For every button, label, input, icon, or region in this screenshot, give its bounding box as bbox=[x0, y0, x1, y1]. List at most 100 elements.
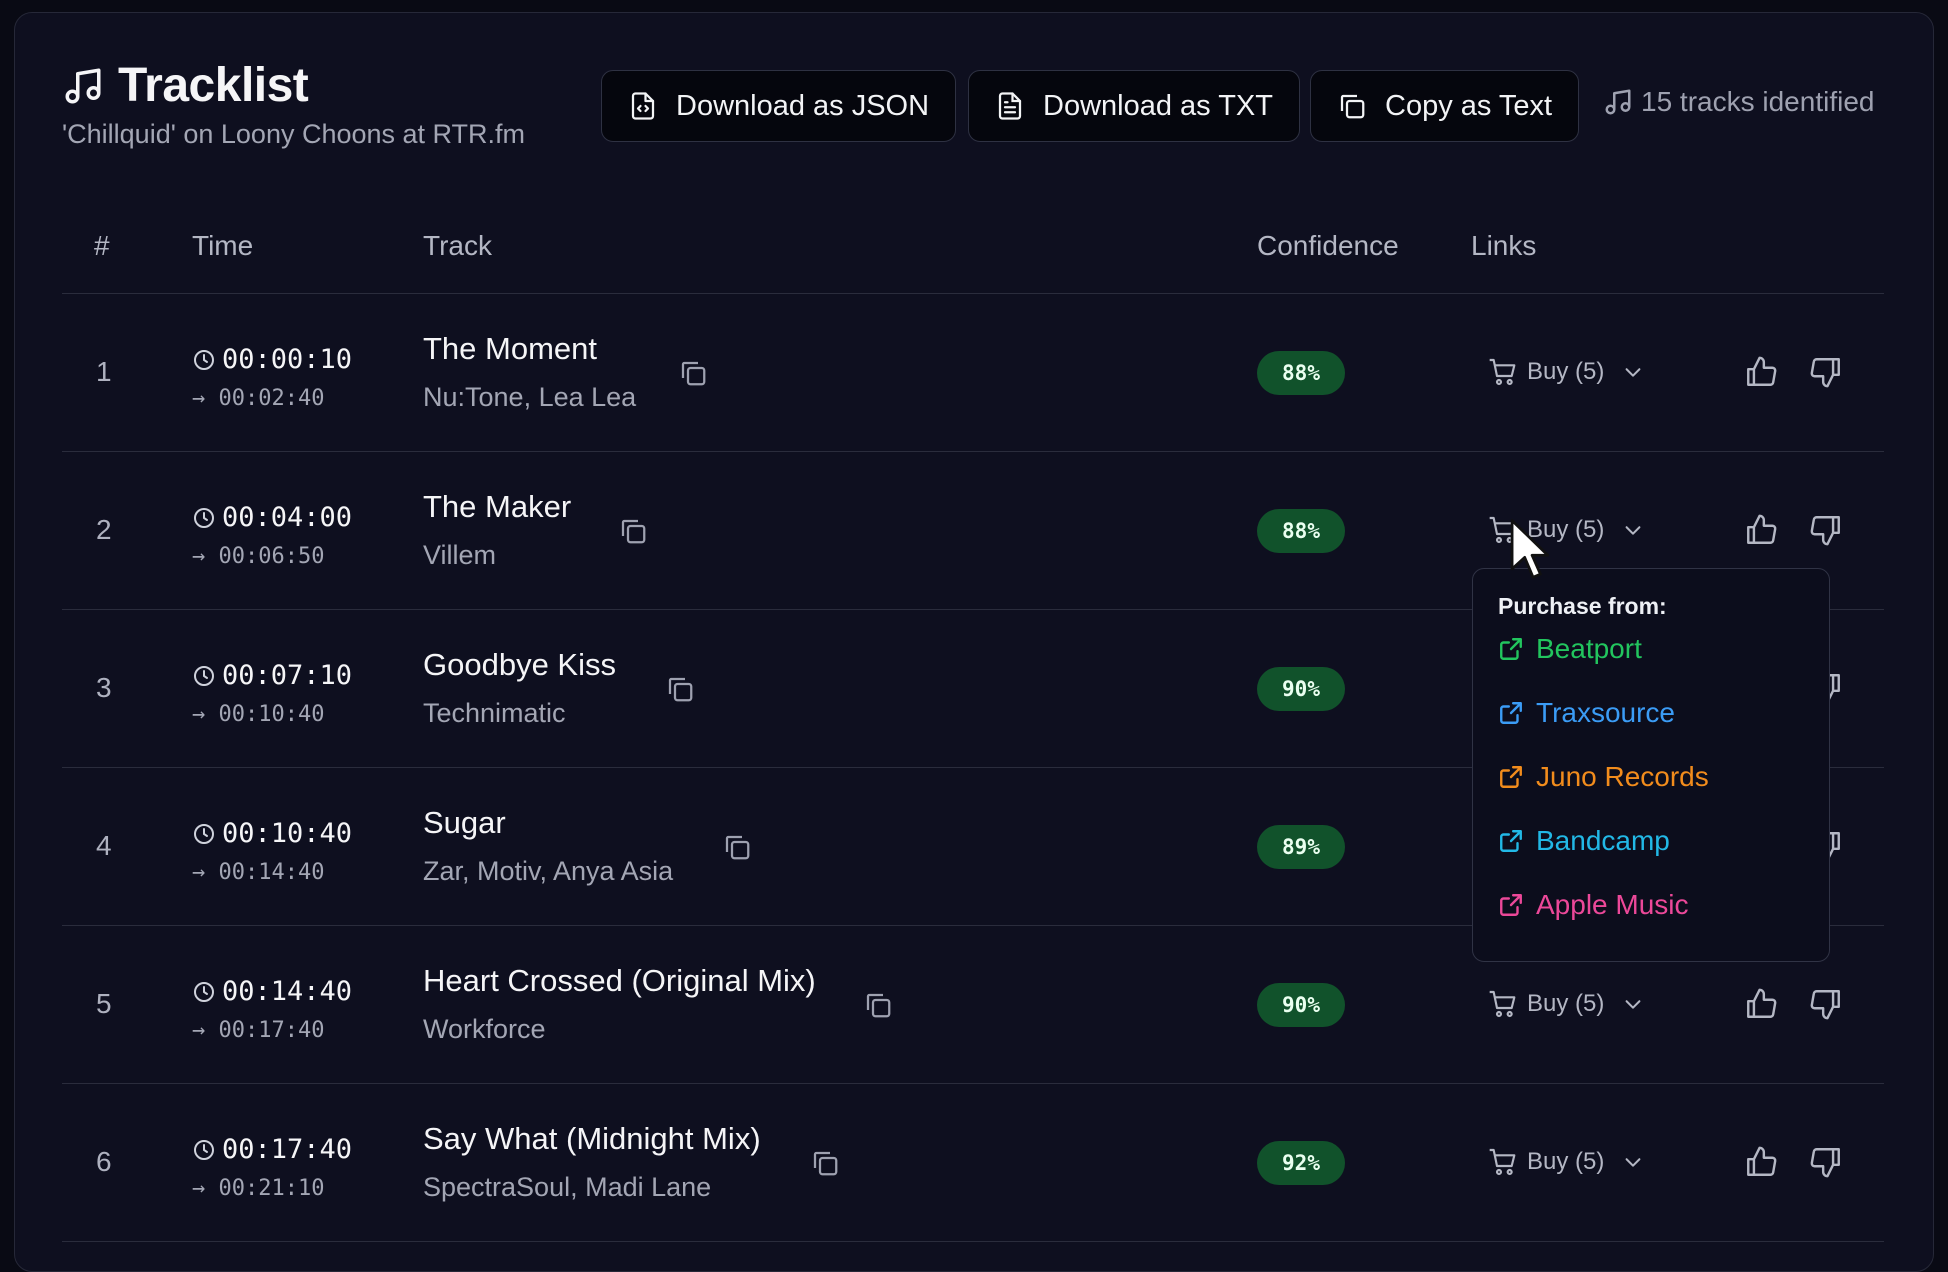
confidence-badge: 92% bbox=[1257, 1141, 1345, 1185]
track-number: 4 bbox=[96, 830, 112, 861]
buy-dropdown-button[interactable]: Buy (5) bbox=[1487, 356, 1644, 388]
thumbs-up-icon[interactable] bbox=[1744, 987, 1778, 1021]
purchase-dropdown: Purchase from: Beatport Traxsource Juno … bbox=[1472, 568, 1830, 962]
track-start-time: 00:04:00 bbox=[192, 502, 352, 533]
column-header-number: # bbox=[94, 230, 110, 261]
track-number: 2 bbox=[96, 514, 112, 545]
column-header-track: Track bbox=[423, 230, 492, 261]
tracklist-header: Tracklist 'Chillquid' on Loony Choons at… bbox=[62, 58, 525, 150]
page-title: Tracklist bbox=[118, 59, 309, 112]
purchase-link[interactable]: Beatport bbox=[1498, 633, 1642, 665]
track-start-time: 00:00:10 bbox=[192, 344, 352, 375]
file-code-icon bbox=[628, 91, 658, 121]
track-number: 1 bbox=[96, 356, 112, 387]
table-row: 1 00:00:10 → 00:02:40 The Moment Nu:Tone… bbox=[62, 294, 1884, 452]
external-link-icon bbox=[1498, 828, 1524, 854]
track-start-label: 00:07:10 bbox=[222, 660, 353, 691]
track-number: 5 bbox=[96, 988, 112, 1019]
column-header-confidence: Confidence bbox=[1257, 230, 1399, 261]
download-json-label: Download as JSON bbox=[676, 89, 930, 122]
track-artist: Villem bbox=[423, 540, 497, 570]
copy-track-icon[interactable] bbox=[722, 832, 752, 862]
track-start-label: 00:00:10 bbox=[222, 344, 353, 375]
track-end-time: → 00:21:10 bbox=[192, 1176, 325, 1201]
track-title: The Moment bbox=[423, 331, 598, 366]
track-title: Say What (Midnight Mix) bbox=[423, 1121, 761, 1156]
external-link-icon bbox=[1498, 636, 1524, 662]
chevron-down-icon bbox=[1622, 993, 1644, 1015]
copy-track-icon[interactable] bbox=[810, 1148, 840, 1178]
title-row: Tracklist bbox=[62, 58, 525, 113]
track-count-label: 15 tracks identified bbox=[1641, 86, 1875, 117]
thumbs-down-icon[interactable] bbox=[1809, 1145, 1843, 1179]
buy-dropdown-button[interactable]: Buy (5) bbox=[1487, 1146, 1644, 1178]
track-title: Heart Crossed (Original Mix) bbox=[423, 963, 816, 998]
track-artist: Nu:Tone, Lea Lea bbox=[423, 382, 637, 412]
track-title: Goodbye Kiss bbox=[423, 647, 616, 682]
thumbs-up-icon[interactable] bbox=[1744, 513, 1778, 547]
buy-label: Buy (5) bbox=[1527, 990, 1605, 1017]
clock-icon bbox=[192, 506, 216, 530]
track-start-time: 00:07:10 bbox=[192, 660, 352, 691]
purchase-link[interactable]: Apple Music bbox=[1498, 889, 1689, 921]
chevron-down-icon bbox=[1622, 1151, 1644, 1173]
confidence-badge: 88% bbox=[1257, 509, 1345, 553]
music-note-icon bbox=[62, 65, 104, 107]
copy-track-icon[interactable] bbox=[665, 674, 695, 704]
purchase-link-label: Traxsource bbox=[1536, 697, 1676, 728]
page-subtitle: 'Chillquid' on Loony Choons at RTR.fm bbox=[62, 119, 526, 149]
cart-icon bbox=[1487, 1146, 1519, 1178]
purchase-link[interactable]: Traxsource bbox=[1498, 697, 1675, 729]
copy-track-icon[interactable] bbox=[678, 358, 708, 388]
purchase-link-label: Apple Music bbox=[1536, 889, 1689, 920]
track-end-time: → 00:14:40 bbox=[192, 860, 325, 885]
track-end-time: → 00:02:40 bbox=[192, 386, 325, 411]
clock-icon bbox=[192, 822, 216, 846]
cart-icon bbox=[1487, 356, 1519, 388]
buy-label: Buy (5) bbox=[1527, 358, 1605, 385]
confidence-badge: 88% bbox=[1257, 351, 1345, 395]
clock-icon bbox=[192, 664, 216, 688]
purchase-link-label: Juno Records bbox=[1536, 761, 1709, 792]
purchase-dropdown-heading: Purchase from: bbox=[1498, 593, 1667, 619]
mouse-cursor-icon bbox=[1510, 519, 1550, 579]
track-start-label: 00:10:40 bbox=[222, 818, 353, 849]
purchase-link[interactable]: Bandcamp bbox=[1498, 825, 1670, 857]
track-artist: SpectraSoul, Madi Lane bbox=[423, 1172, 712, 1202]
track-title: The Maker bbox=[423, 489, 572, 524]
external-link-icon bbox=[1498, 700, 1524, 726]
download-txt-button[interactable]: Download as TXT bbox=[968, 70, 1300, 142]
row-divider bbox=[62, 1241, 1884, 1242]
track-end-time: → 00:06:50 bbox=[192, 544, 325, 569]
track-start-time: 00:17:40 bbox=[192, 1134, 352, 1165]
download-json-button[interactable]: Download as JSON bbox=[601, 70, 957, 142]
track-start-label: 00:17:40 bbox=[222, 1134, 353, 1165]
table-row: 6 00:17:40 → 00:21:10 Say What (Midnight… bbox=[62, 1084, 1884, 1242]
copy-track-icon[interactable] bbox=[618, 516, 648, 546]
external-link-icon bbox=[1498, 892, 1524, 918]
clock-icon bbox=[192, 348, 216, 372]
track-end-time: → 00:17:40 bbox=[192, 1018, 325, 1043]
download-txt-label: Download as TXT bbox=[1043, 89, 1273, 122]
copy-track-icon[interactable] bbox=[863, 990, 893, 1020]
track-count: 15 tracks identified bbox=[1603, 86, 1874, 118]
track-title: Sugar bbox=[423, 805, 506, 840]
track-start-time: 00:10:40 bbox=[192, 818, 352, 849]
chevron-down-icon bbox=[1622, 361, 1644, 383]
thumbs-up-icon[interactable] bbox=[1744, 355, 1778, 389]
track-artist: Workforce bbox=[423, 1014, 546, 1044]
thumbs-down-icon[interactable] bbox=[1809, 355, 1843, 389]
music-note-icon bbox=[1603, 87, 1633, 117]
thumbs-up-icon[interactable] bbox=[1744, 1145, 1778, 1179]
copy-as-text-button[interactable]: Copy as Text bbox=[1310, 70, 1580, 142]
column-header-links: Links bbox=[1471, 230, 1537, 261]
thumbs-down-icon[interactable] bbox=[1809, 987, 1843, 1021]
purchase-link[interactable]: Juno Records bbox=[1498, 761, 1709, 793]
track-start-time: 00:14:40 bbox=[192, 976, 352, 1007]
thumbs-down-icon[interactable] bbox=[1809, 513, 1843, 547]
copy-icon bbox=[1337, 91, 1367, 121]
track-number: 6 bbox=[96, 1146, 112, 1177]
confidence-badge: 89% bbox=[1257, 825, 1345, 869]
buy-dropdown-button[interactable]: Buy (5) bbox=[1487, 988, 1644, 1020]
clock-icon bbox=[192, 980, 216, 1004]
